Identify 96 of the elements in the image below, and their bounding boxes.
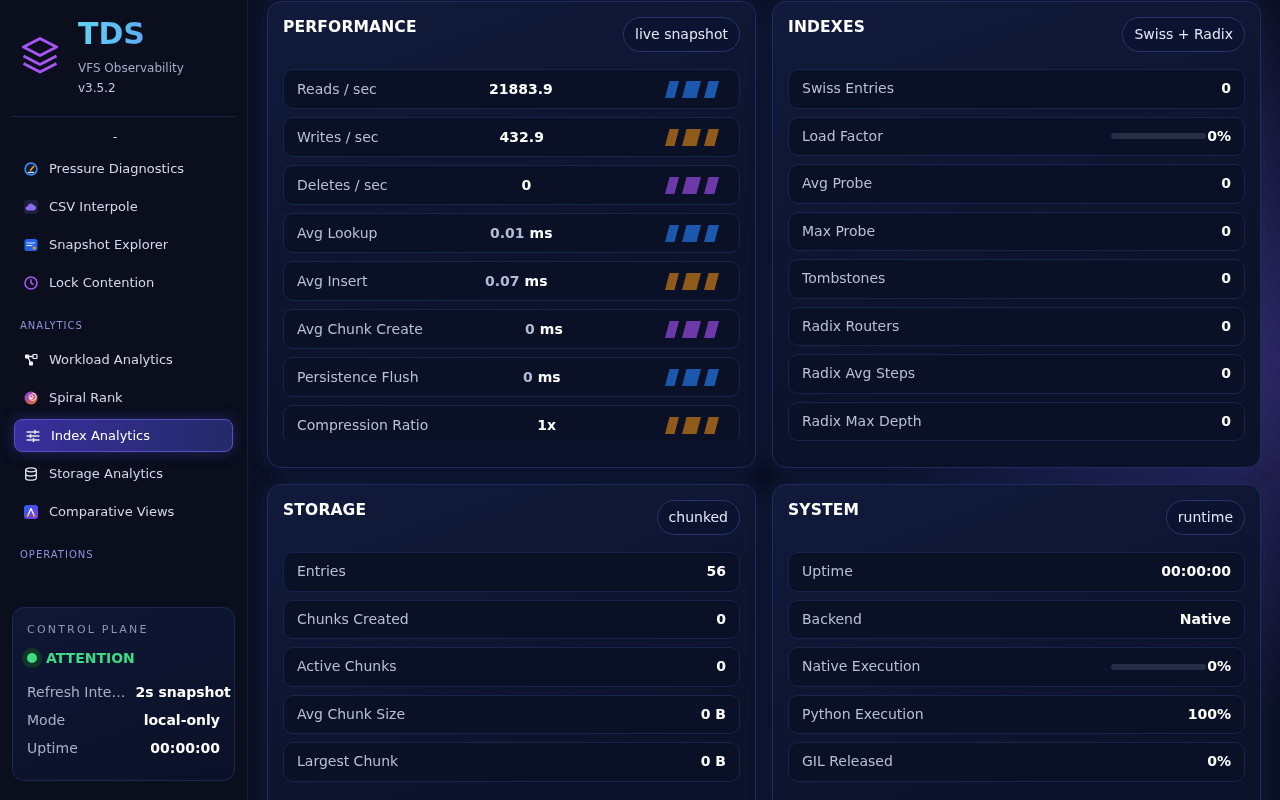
metric-value: 0 [1221, 364, 1231, 384]
info-value: 00:00:00 [150, 739, 220, 758]
metric-label: Avg Chunk Create [297, 319, 423, 339]
panel-title: SYSTEM [788, 501, 860, 519]
metric-value: 0 [1221, 316, 1231, 336]
nav-item[interactable]: Storage Analytics [14, 457, 233, 490]
metric-value: 0 [525, 319, 535, 339]
metric-value: 0.01 [490, 223, 525, 243]
metric-label: Avg Lookup [297, 223, 378, 243]
panel-title: STORAGE [283, 501, 367, 519]
metric-value: 0 [1221, 174, 1231, 194]
metric-label: Backend [802, 609, 862, 629]
status-label: ATTENTION [46, 648, 135, 668]
metric-label: GIL Released [802, 752, 893, 772]
gauge-icon [24, 161, 38, 176]
panel-badge: runtime [1165, 500, 1245, 535]
nav-item[interactable]: CSV Interpole [14, 190, 233, 223]
metric-value: 0 [1221, 411, 1231, 431]
metric-value: 0 [1221, 221, 1231, 241]
panel-title: PERFORMANCE [283, 18, 417, 36]
nodes-icon [24, 352, 38, 367]
metric-value: 0 B [700, 752, 726, 772]
panel-badge: chunked [656, 500, 740, 535]
metric-unit: ms [537, 367, 561, 387]
nav-item[interactable]: Lock Contention [14, 266, 233, 299]
nav-item[interactable]: Workload Analytics [14, 343, 233, 376]
metric-value: 00:00:00 [1161, 562, 1231, 582]
metric-label: Reads / sec [297, 79, 377, 99]
info-value: local-only [143, 711, 220, 730]
metric-value: 0 [522, 367, 533, 387]
metric-value: 1x [537, 415, 556, 435]
list-card-icon [24, 237, 38, 252]
metric-value: 0% [1207, 657, 1231, 677]
status-text: - [112, 128, 118, 146]
metric-value: 0 B [700, 704, 726, 724]
metric-label: Native Execution [802, 657, 921, 677]
card-heading: CONTROL PLANE [27, 622, 150, 638]
nav-item[interactable]: Spiral Rank [14, 381, 233, 414]
metric-value: 0 [716, 657, 726, 677]
metric-label: Tombstones [802, 269, 886, 289]
metric-label: Largest Chunk [297, 752, 399, 772]
triangle-tile-icon [24, 504, 38, 519]
metric-label: Load Factor [802, 126, 883, 146]
cloud-tile-icon [24, 199, 38, 214]
nav-section-heading: ANALYTICS [19, 319, 84, 333]
metric-value: 0.07 [485, 271, 520, 291]
metric-value: 432.9 [499, 127, 544, 147]
metric-label: Avg Probe [802, 174, 873, 194]
metric-label: Radix Max Depth [802, 411, 922, 431]
metric-label: Swiss Entries [802, 79, 895, 99]
metric-value: Native [1179, 609, 1231, 629]
sliders-icon [26, 428, 40, 443]
metric-label: Deletes / sec [297, 175, 388, 195]
nav-item[interactable]: Index Analytics [14, 419, 233, 452]
metric-label: Max Probe [802, 221, 876, 241]
metric-value: 0 [1221, 269, 1231, 289]
metric-value: 0 [1221, 79, 1231, 99]
database-icon [24, 466, 38, 481]
metric-label: Persistence Flush [297, 367, 419, 387]
panel-badge: Swiss + Radix [1122, 17, 1245, 52]
metric-value: 0% [1207, 752, 1231, 772]
metric-label: Radix Avg Steps [802, 364, 916, 384]
panel-badge: live snapshot [623, 17, 740, 52]
metric-value: 56 [706, 562, 726, 582]
nav-item[interactable]: Snapshot Explorer [14, 228, 233, 261]
panel-title: INDEXES [788, 18, 865, 36]
metric-unit: ms [539, 319, 563, 339]
clock-icon [24, 275, 38, 290]
metric-label: Radix Routers [802, 316, 900, 336]
metric-label: Uptime [802, 562, 853, 582]
metric-label: Avg Chunk Size [297, 704, 406, 724]
metric-unit: ms [529, 223, 553, 243]
metric-value: 100% [1187, 704, 1231, 724]
metric-unit: ms [524, 271, 548, 291]
info-label: Mode [27, 711, 66, 730]
spiral-icon [24, 390, 38, 405]
metric-label: Python Execution [802, 704, 924, 724]
nav-item[interactable]: Pressure Diagnostics [14, 152, 233, 185]
layers-logo-icon [20, 35, 60, 75]
brand-subtitle: VFS Observability [78, 60, 184, 77]
metric-label: Writes / sec [297, 127, 379, 147]
metric-label: Active Chunks [297, 657, 397, 677]
metric-value: 0% [1207, 126, 1231, 146]
metric-value: 0 [716, 609, 726, 629]
metric-value: 21883.9 [488, 79, 553, 99]
metric-label: Entries [297, 562, 346, 582]
info-label: Refresh Inte… [27, 683, 126, 702]
metric-label: Compression Ratio [297, 415, 429, 435]
metric-label: Avg Insert [297, 271, 368, 291]
metric-value: 0 [521, 175, 532, 195]
metric-label: Chunks Created [297, 609, 409, 629]
version-label: v3.5.2 [78, 80, 117, 97]
nav-item[interactable]: Comparative Views [14, 495, 233, 528]
info-value: 2s snapshot [135, 683, 231, 702]
nav-section-heading: OPERATIONS [19, 548, 95, 562]
info-label: Uptime [27, 739, 78, 758]
